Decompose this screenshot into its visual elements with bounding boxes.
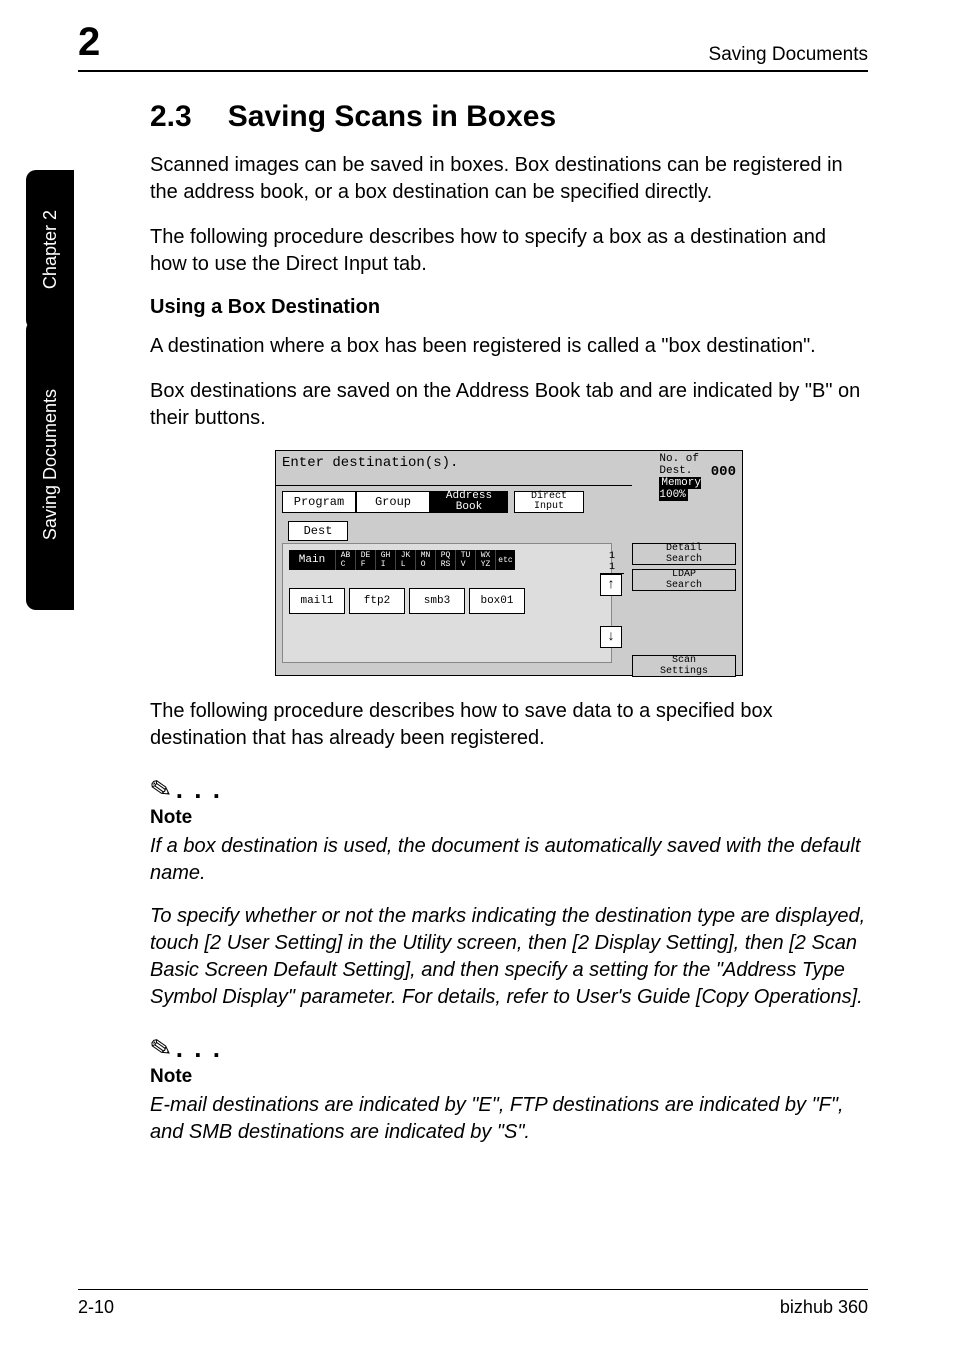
note-icon-row-1: ✎. . . xyxy=(150,774,868,805)
section-heading: 2.3 Saving Scans in Boxes xyxy=(150,100,868,134)
device-screenshot: Enter destination(s). No. of Dest. 000 M… xyxy=(275,450,743,676)
ss-ldap-search[interactable]: LDAP Search xyxy=(632,569,736,591)
section-number: 2.3 xyxy=(150,100,192,134)
ss-tab-group[interactable]: Group xyxy=(356,491,430,513)
section-title: Saving Scans in Boxes xyxy=(228,100,556,134)
note-block-2: ✎. . . Note E-mail destinations are indi… xyxy=(150,1033,868,1146)
note1-body-1: If a box destination is used, the docume… xyxy=(150,833,868,887)
ss-dest-tab[interactable]: Dest xyxy=(288,521,348,541)
ss-seg-abc[interactable]: AB C xyxy=(335,550,355,570)
ss-detail-search[interactable]: Detail Search xyxy=(632,543,736,565)
subsection-para-1: A destination where a box has been regis… xyxy=(150,333,868,360)
section-para-2: The following procedure describes how to… xyxy=(150,224,868,278)
ss-addr-box01[interactable]: box01 xyxy=(469,588,525,614)
ss-count-label: No. of Dest. xyxy=(659,453,699,477)
ss-seg-def[interactable]: DE F xyxy=(355,550,375,570)
ss-seg-etc[interactable]: etc xyxy=(495,550,515,570)
ss-addr-mail1[interactable]: mail1 xyxy=(289,588,345,614)
header-rule xyxy=(78,70,868,72)
ss-tab-direct-input[interactable]: Direct Input xyxy=(514,491,584,513)
ss-memory: Memory 100% xyxy=(659,477,701,501)
ss-scan-settings[interactable]: Scan Settings xyxy=(632,655,736,677)
ss-seg-ghi[interactable]: GH I xyxy=(375,550,395,570)
side-tab-chapter-label: Chapter 2 xyxy=(40,210,61,289)
side-tab-section-label: Saving Documents xyxy=(40,389,61,540)
ss-scroll: 1 1 ↑ ↓ xyxy=(600,551,624,678)
ss-address-buttons: mail1 ftp2 smb3 box01 xyxy=(289,588,525,614)
ss-scroll-down[interactable]: ↓ xyxy=(600,626,622,648)
ss-alpha-row: Main AB C DE F GH I JK L MN O PQ RS TU V… xyxy=(289,550,515,570)
ss-dest-panel: Main AB C DE F GH I JK L MN O PQ RS TU V… xyxy=(282,543,612,663)
note-icon-row-2: ✎. . . xyxy=(150,1033,868,1064)
ss-tab-address-book[interactable]: Address Book xyxy=(430,491,508,513)
ss-page-frac: 1 1 xyxy=(600,551,624,574)
ss-seg-mno[interactable]: MN O xyxy=(415,550,435,570)
footer-page-number: 2-10 xyxy=(78,1297,114,1318)
ss-seg-pqrs[interactable]: PQ RS xyxy=(435,550,455,570)
note-dots-1: . . . xyxy=(176,774,222,804)
ss-divider xyxy=(276,485,632,486)
running-title: Saving Documents xyxy=(709,44,868,66)
ss-count-value: 000 xyxy=(711,465,736,480)
note-dots-2: . . . xyxy=(176,1033,222,1063)
note-heading-2: Note xyxy=(150,1066,868,1088)
subsection-title: Using a Box Destination xyxy=(150,296,868,319)
side-tabs: Chapter 2 Saving Documents xyxy=(26,170,74,670)
side-tab-chapter: Chapter 2 xyxy=(26,170,74,330)
footer-rule xyxy=(78,1289,868,1290)
note-heading-1: Note xyxy=(150,807,868,829)
ss-tab-row: Program Group Address Book Direct Input xyxy=(282,491,584,513)
section-para-1: Scanned images can be saved in boxes. Bo… xyxy=(150,152,868,206)
ss-tab-program[interactable]: Program xyxy=(282,491,356,513)
ss-seg-tuv[interactable]: TU V xyxy=(455,550,475,570)
content-area: 2.3 Saving Scans in Boxes Scanned images… xyxy=(150,100,868,1162)
ss-prompt: Enter destination(s). xyxy=(282,455,458,471)
ss-addr-ftp2[interactable]: ftp2 xyxy=(349,588,405,614)
ss-seg-wxyz[interactable]: WX YZ xyxy=(475,550,495,570)
ss-main-button[interactable]: Main xyxy=(289,550,335,570)
ss-scroll-up[interactable]: ↑ xyxy=(600,574,622,596)
side-tab-section: Saving Documents xyxy=(26,320,74,610)
note2-body: E-mail destinations are indicated by "E"… xyxy=(150,1092,868,1146)
pencil-icon: ✎ xyxy=(147,1031,174,1065)
ss-addr-smb3[interactable]: smb3 xyxy=(409,588,465,614)
ss-status: No. of Dest. 000 Memory 100% xyxy=(659,453,736,501)
note-block-1: ✎. . . Note If a box destination is used… xyxy=(150,774,868,1011)
ss-seg-jkl[interactable]: JK L xyxy=(395,550,415,570)
footer-product: bizhub 360 xyxy=(780,1297,868,1318)
chapter-number: 2 xyxy=(78,20,99,65)
after-screenshot-para: The following procedure describes how to… xyxy=(150,698,868,752)
pencil-icon: ✎ xyxy=(147,772,174,806)
ss-right-buttons: Detail Search LDAP Search Scan Settings xyxy=(632,543,736,681)
note1-body-2: To specify whether or not the marks indi… xyxy=(150,903,868,1011)
subsection-para-2: Box destinations are saved on the Addres… xyxy=(150,378,868,432)
